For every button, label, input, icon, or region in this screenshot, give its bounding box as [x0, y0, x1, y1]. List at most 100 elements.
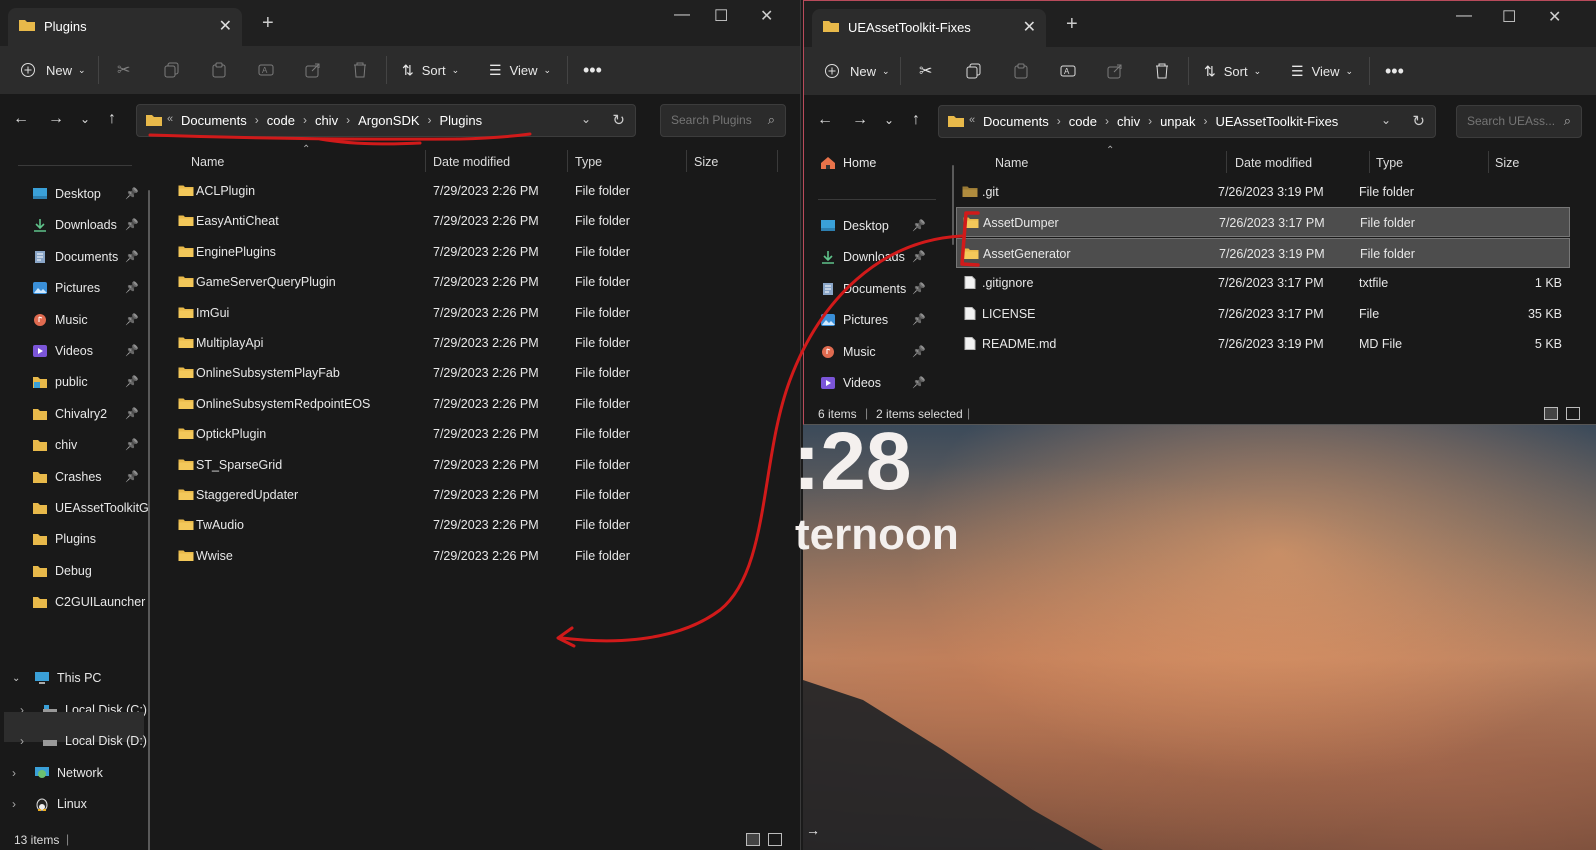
copy-button[interactable] — [164, 58, 180, 82]
sidebar-item-public[interactable]: public — [32, 368, 88, 396]
back-arrow-icon[interactable]: ← — [817, 111, 833, 129]
new-button[interactable]: New ⌄ — [824, 59, 890, 83]
sidebar-item-plugins[interactable]: Plugins — [32, 525, 96, 553]
close-window-button[interactable]: ✕ — [1548, 7, 1561, 27]
minimize-button[interactable]: — — [1456, 7, 1472, 25]
file-row[interactable]: ST_SparseGrid 7/29/2023 2:26 PM File folde… — [172, 450, 782, 480]
back-arrow-icon[interactable]: ← — [13, 110, 29, 128]
file-row[interactable]: AssetDumper 7/26/2023 3:17 PM File folder — [956, 207, 1570, 238]
column-divider[interactable] — [686, 150, 687, 172]
details-view-icon[interactable] — [746, 833, 760, 846]
new-tab-button[interactable]: + — [1066, 13, 1078, 36]
search-box[interactable]: ⌕ — [1456, 105, 1582, 138]
up-arrow-icon[interactable]: ↑ — [912, 111, 920, 129]
file-row[interactable]: OnlineSubsystemRedpointEOS 7/29/2023 2:26… — [172, 389, 782, 419]
file-row[interactable]: EnginePlugins 7/29/2023 2:26 PM File folde… — [172, 237, 782, 267]
minimize-button[interactable]: — — [674, 6, 690, 24]
sidebar-item-music[interactable]: Music — [820, 338, 876, 366]
breadcrumb-item[interactable]: ArgonSDK — [358, 113, 419, 128]
new-button[interactable]: New ⌄ — [20, 58, 86, 82]
breadcrumb-item[interactable]: Plugins — [440, 113, 483, 128]
breadcrumb-item[interactable]: code — [1069, 114, 1097, 129]
chevron-right-icon[interactable]: › — [1204, 114, 1208, 129]
sidebar-scrollbar[interactable] — [952, 165, 954, 245]
view-button[interactable]: ☰ View ⌄ — [1291, 59, 1353, 83]
sort-button[interactable]: ⇅ Sort ⌄ — [1204, 59, 1261, 83]
maximize-button[interactable]: ☐ — [714, 6, 728, 26]
chevron-right-icon[interactable]: › — [1057, 114, 1061, 129]
chevron-right-icon[interactable]: › — [20, 734, 34, 748]
maximize-button[interactable]: ☐ — [1502, 7, 1516, 27]
file-row[interactable]: .git 7/26/2023 3:19 PM File folder — [956, 177, 1570, 207]
tree-network[interactable]: › Network — [12, 759, 103, 787]
tree-this-pc[interactable]: ⌄ This PC — [12, 664, 101, 692]
sidebar-item-chiv[interactable]: chiv — [32, 431, 77, 459]
tab-plugins[interactable]: Plugins ✕ — [8, 8, 242, 46]
share-button[interactable] — [305, 58, 321, 82]
file-row[interactable]: ImGui 7/29/2023 2:26 PM File folder — [172, 298, 782, 328]
close-tab-icon[interactable]: ✕ — [1023, 17, 1036, 37]
column-divider[interactable] — [1488, 151, 1489, 173]
column-divider[interactable] — [1369, 151, 1370, 173]
sidebar-item-documents[interactable]: Documents — [32, 243, 118, 271]
refresh-icon[interactable]: ↻ — [1412, 112, 1425, 130]
new-tab-button[interactable]: + — [262, 12, 274, 35]
file-row[interactable]: OnlineSubsystemPlayFab 7/29/2023 2:26 PM F… — [172, 358, 782, 388]
breadcrumb-item[interactable]: UEAssetToolkit-Fixes — [1216, 114, 1339, 129]
paste-button[interactable] — [211, 58, 227, 82]
sidebar-item-downloads[interactable]: Downloads — [820, 243, 905, 271]
overflow-chevron-icon[interactable]: « — [167, 113, 173, 125]
chevron-right-icon[interactable]: › — [428, 113, 432, 128]
file-row[interactable]: AssetGenerator 7/26/2023 3:19 PM File fold… — [956, 237, 1570, 268]
file-row[interactable]: .gitignore 7/26/2023 3:17 PM txtfile 1 KB — [956, 268, 1570, 298]
close-tab-icon[interactable]: ✕ — [219, 16, 232, 36]
breadcrumb-item[interactable]: chiv — [315, 113, 338, 128]
address-bar[interactable]: « Documents › code › chiv › unpak › UEAssetT… — [938, 105, 1436, 138]
file-row[interactable]: GameServerQueryPlugin 7/29/2023 2:26 PM Fi… — [172, 267, 782, 297]
chevron-right-icon[interactable]: › — [12, 797, 26, 811]
delete-button[interactable] — [1154, 59, 1170, 83]
chevron-right-icon[interactable]: › — [303, 113, 307, 128]
sort-button[interactable]: ⇅ Sort ⌄ — [402, 58, 459, 82]
column-divider[interactable] — [567, 150, 568, 172]
chevron-down-icon[interactable]: ⌄ — [1381, 113, 1391, 127]
cut-button[interactable]: ✂ — [919, 59, 932, 83]
arrow-right-icon[interactable]: → — [806, 822, 820, 838]
sidebar-item-desktop[interactable]: Desktop — [820, 212, 889, 240]
file-row[interactable]: OptickPlugin 7/29/2023 2:26 PM File folder — [172, 419, 782, 449]
tiles-view-icon[interactable] — [1566, 407, 1580, 420]
more-options-button[interactable]: ••• — [583, 58, 602, 82]
close-window-button[interactable]: ✕ — [760, 6, 773, 26]
search-box[interactable]: ⌕ — [660, 104, 786, 137]
overflow-chevron-icon[interactable]: « — [969, 114, 975, 126]
sidebar-item-videos[interactable]: Videos — [32, 337, 93, 365]
breadcrumb-item[interactable]: Documents — [983, 114, 1049, 129]
recent-locations-icon[interactable]: ⌄ — [884, 113, 894, 127]
chevron-right-icon[interactable]: › — [1148, 114, 1152, 129]
file-row[interactable]: README.md 7/26/2023 3:19 PM MD File 5 KB — [956, 329, 1570, 359]
file-row[interactable]: LICENSE 7/26/2023 3:17 PM File 35 KB — [956, 299, 1570, 329]
rename-button[interactable]: A — [258, 58, 274, 82]
sidebar-item-pictures[interactable]: Pictures — [820, 306, 888, 334]
chevron-right-icon[interactable]: › — [255, 113, 259, 128]
chevron-right-icon[interactable]: › — [12, 766, 26, 780]
sidebar-item-pictures[interactable]: Pictures — [32, 274, 100, 302]
chevron-right-icon[interactable]: › — [346, 113, 350, 128]
sidebar-item-desktop[interactable]: Desktop — [32, 180, 101, 208]
column-divider[interactable] — [1226, 151, 1227, 173]
address-bar[interactable]: « Documents › code › chiv › ArgonSDK › Plugi… — [136, 104, 636, 137]
forward-arrow-icon[interactable]: → — [852, 111, 868, 129]
recent-locations-icon[interactable]: ⌄ — [80, 112, 90, 126]
rename-button[interactable]: A — [1060, 59, 1076, 83]
file-row[interactable]: MultiplayApi 7/29/2023 2:26 PM File folder — [172, 328, 782, 358]
column-divider[interactable] — [425, 150, 426, 172]
more-options-button[interactable]: ••• — [1385, 59, 1404, 83]
file-row[interactable]: EasyAntiCheat 7/29/2023 2:26 PM File folde… — [172, 206, 782, 236]
search-input[interactable] — [669, 112, 763, 128]
tree-linux[interactable]: › Linux — [12, 790, 87, 818]
sidebar-item-videos[interactable]: Videos — [820, 369, 881, 397]
paste-button[interactable] — [1013, 59, 1029, 83]
tab-ueassettoolkit-fixes[interactable]: UEAssetToolkit-Fixes ✕ — [812, 9, 1046, 47]
cut-button[interactable]: ✂ — [117, 58, 130, 82]
sidebar-item-music[interactable]: Music — [32, 306, 88, 334]
